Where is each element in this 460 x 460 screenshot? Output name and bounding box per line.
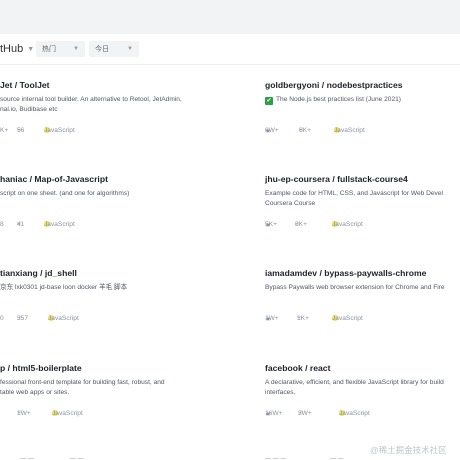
repo-description: ✔ The Node.js best practices list (June 2… (265, 96, 401, 105)
repo-card[interactable]: Jet / ToolJet source internal tool build… (0, 80, 240, 150)
filter-bar: tHub ▼ 热门 ▼ 今日 ▼ (0, 34, 460, 65)
chevron-down-icon: ▼ (127, 46, 133, 52)
repo-description: script on one sheet. (and one for algori… (0, 190, 130, 197)
repo-description: A declarative, efficient, and flexible J… (265, 379, 444, 396)
repo-description: fessional front-end template for buildin… (0, 379, 165, 396)
repo-name[interactable]: jhu-ep-coursera / fullstack-course4 (265, 174, 408, 184)
repo-description: source internal tool builder. An alterna… (0, 96, 182, 113)
category-select[interactable]: 热门 ▼ (36, 41, 85, 57)
repo-card[interactable]: facebook / react A declarative, efficien… (265, 363, 460, 433)
next-row-fragment: — — (20, 456, 34, 460)
repo-name[interactable]: tianxiang / jd_shell (0, 268, 77, 278)
repo-name[interactable]: Jet / ToolJet (0, 80, 50, 90)
repo-card[interactable]: tianxiang / jd_shell 京东 lxk0301 jd-base … (0, 268, 240, 338)
chevron-down-icon: ▼ (27, 45, 35, 53)
watermark: @稀土掘金技术社区 (370, 445, 447, 455)
next-row-fragment: — — (330, 456, 344, 460)
category-value: 热门 (42, 46, 56, 53)
next-row-fragment: — — — (265, 456, 287, 460)
repo-name[interactable]: goldbergyoni / nodebestpractices (265, 80, 403, 90)
source-label: tHub (0, 43, 24, 55)
next-row-fragment: — — (70, 456, 84, 460)
repo-card[interactable]: p / html5-boilerplate fessional front-en… (0, 363, 240, 433)
period-select[interactable]: 今日 ▼ (89, 41, 139, 57)
check-mark-icon: ✔ (265, 97, 273, 105)
repo-card[interactable]: iamadamdev / bypass-paywalls-chrome Bypa… (265, 268, 460, 338)
source-selector[interactable]: tHub ▼ (0, 42, 34, 56)
repo-card[interactable]: haniac / Map-of-Javascript script on one… (0, 174, 240, 244)
period-value: 今日 (95, 46, 109, 53)
repo-description: Example code for HTML, CSS, and Javascri… (265, 190, 443, 207)
top-banner (0, 0, 460, 34)
repo-card[interactable]: jhu-ep-coursera / fullstack-course4 Exam… (265, 174, 460, 244)
repo-name[interactable]: p / html5-boilerplate (0, 363, 82, 373)
repo-name[interactable]: facebook / react (265, 363, 330, 373)
chevron-down-icon: ▼ (73, 46, 79, 52)
repo-name[interactable]: iamadamdev / bypass-paywalls-chrome (265, 268, 426, 278)
repo-card[interactable]: goldbergyoni / nodebestpractices ✔ The No… (265, 80, 460, 150)
repo-description: Bypass Paywalls web browser extension fo… (265, 284, 445, 291)
repo-name[interactable]: haniac / Map-of-Javascript (0, 174, 108, 184)
repo-description: 京东 lxk0301 jd-base loon docker 羊毛 脚本 (0, 284, 128, 291)
